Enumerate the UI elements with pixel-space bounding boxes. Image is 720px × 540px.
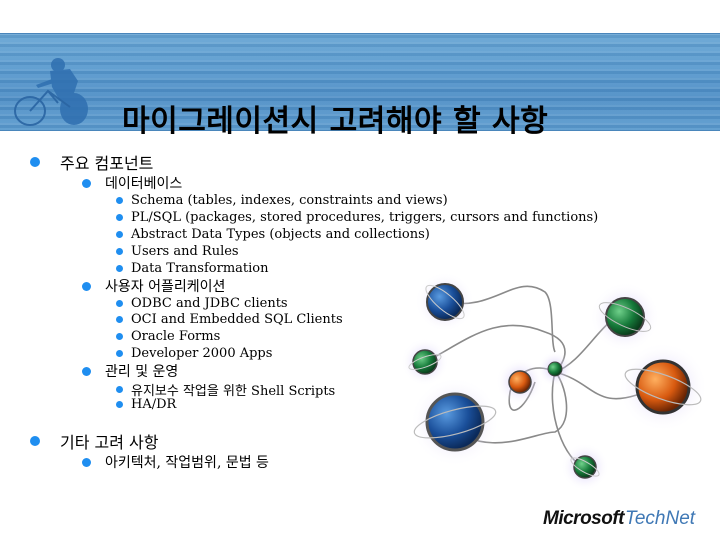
bullet-icon	[30, 157, 40, 167]
sphere-blue-large	[410, 377, 500, 467]
bullet-icon	[82, 366, 91, 376]
bullet-icon	[82, 281, 91, 291]
list-item-text: ODBC and JDBC clients	[131, 296, 288, 311]
bullet-icon	[116, 231, 123, 238]
list-item-text: PL/SQL (packages, stored procedures, tri…	[131, 210, 599, 225]
list-item: Users and Rules	[116, 244, 239, 259]
list-item: OCI and Embedded SQL Clients	[116, 312, 343, 327]
sphere-green-bottom	[561, 443, 609, 491]
list-item-text: Users and Rules	[131, 244, 239, 259]
bullet-icon	[116, 265, 123, 272]
section-main-components: 주요 컴포넌트	[30, 150, 153, 174]
section-label: 기타 고려 사항	[60, 433, 159, 452]
bullet-icon	[116, 350, 123, 357]
list-item: Developer 2000 Apps	[116, 346, 272, 361]
microsoft-technet-logo: MicrosoftTechNet	[543, 508, 695, 530]
bullet-icon	[116, 197, 123, 204]
group-architecture: 아키텍처, 작업범위, 문법 등	[82, 452, 269, 472]
molecule-network-illustration	[401, 272, 708, 491]
list-item-text: OCI and Embedded SQL Clients	[131, 312, 343, 327]
cyclist-image	[14, 58, 88, 126]
list-item: PL/SQL (packages, stored procedures, tri…	[116, 210, 598, 225]
list-item-text: Oracle Forms	[131, 329, 221, 344]
sphere-green-top-right	[590, 282, 660, 352]
list-item-text: Data Transformation	[131, 261, 269, 276]
bullet-icon	[82, 178, 91, 188]
bullet-icon	[116, 333, 123, 340]
sphere-blue-top	[415, 272, 475, 332]
list-item-text: Schema (tables, indexes, constraints and…	[131, 193, 448, 208]
list-item-text: Abstract Data Types (objects and collect…	[131, 227, 430, 242]
list-item-text: Developer 2000 Apps	[131, 346, 273, 361]
list-item: Abstract Data Types (objects and collect…	[116, 227, 430, 242]
header-band: 마이그레이션시 고려해야 할 사항	[0, 33, 720, 139]
list-item: HA/DR	[116, 397, 176, 412]
bullet-icon	[116, 214, 123, 221]
logo-technet: TechNet	[625, 508, 696, 529]
list-item: ODBC and JDBC clients	[116, 296, 288, 311]
group-label: 사용자 어플리케이션	[105, 279, 226, 295]
sphere-green-center	[537, 351, 573, 387]
list-item: Schema (tables, indexes, constraints and…	[116, 193, 448, 208]
sphere-orange-large	[618, 342, 708, 432]
list-item-text: HA/DR	[131, 397, 177, 412]
slide-title: 마이그레이션시 고려해야 할 사항	[122, 104, 549, 139]
bullet-icon	[30, 436, 40, 446]
sphere-green-left	[401, 338, 449, 386]
list-item: Oracle Forms	[116, 329, 220, 344]
logo-microsoft: Microsoft	[543, 508, 625, 529]
group-label: 데이터베이스	[105, 176, 183, 192]
group-label: 아키텍처, 작업범위, 문법 등	[105, 455, 269, 471]
group-database: 데이터베이스	[82, 173, 182, 193]
bullet-icon	[116, 386, 123, 393]
section-other-considerations: 기타 고려 사항	[30, 429, 159, 453]
group-management-operations: 관리 및 운영	[82, 361, 178, 381]
sphere-orange-small	[496, 358, 544, 406]
group-user-applications: 사용자 어플리케이션	[82, 276, 225, 296]
bullet-icon	[116, 300, 123, 307]
list-item: Data Transformation	[116, 261, 268, 276]
bullet-icon	[116, 248, 123, 255]
group-label: 관리 및 운영	[105, 364, 179, 380]
bullet-icon	[82, 457, 91, 467]
section-label: 주요 컴포넌트	[60, 154, 154, 173]
bullet-icon	[116, 401, 123, 408]
bullet-icon	[116, 316, 123, 323]
